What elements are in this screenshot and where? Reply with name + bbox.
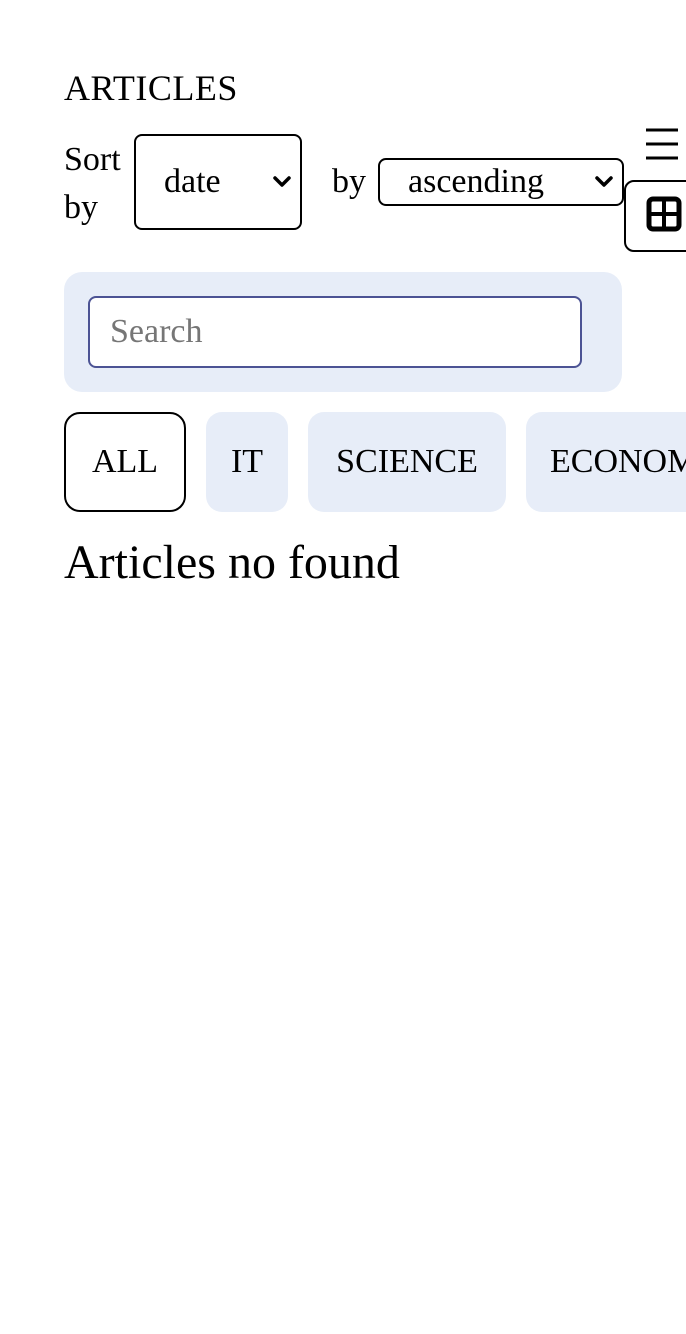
order-by-label: by bbox=[332, 163, 366, 200]
sort-order-value: ascending bbox=[408, 163, 544, 200]
tab-all[interactable]: ALL bbox=[64, 412, 186, 512]
search-input[interactable] bbox=[88, 296, 582, 368]
hamburger-list-icon bbox=[646, 128, 678, 160]
tab-science[interactable]: SCIENCE bbox=[308, 412, 506, 512]
chevron-down-icon bbox=[595, 176, 613, 187]
sort-by-label: Sort by bbox=[64, 141, 121, 226]
articles-page: ARTICLES Sort by date by ascending ALL bbox=[0, 0, 686, 1334]
grid-view-icon bbox=[646, 196, 682, 232]
sort-field-value: date bbox=[164, 163, 221, 200]
list-view-button[interactable] bbox=[640, 124, 684, 164]
search-panel bbox=[64, 272, 622, 392]
tab-it[interactable]: IT bbox=[206, 412, 288, 512]
grid-view-button[interactable] bbox=[624, 180, 686, 252]
tab-economics[interactable]: ECONOMICS bbox=[526, 412, 686, 512]
page-title: ARTICLES bbox=[64, 68, 238, 108]
chevron-down-icon bbox=[273, 176, 291, 187]
sort-order-select[interactable]: ascending bbox=[378, 158, 624, 206]
sort-field-select[interactable]: date bbox=[134, 134, 302, 230]
empty-state-message: Articles no found bbox=[64, 536, 400, 589]
